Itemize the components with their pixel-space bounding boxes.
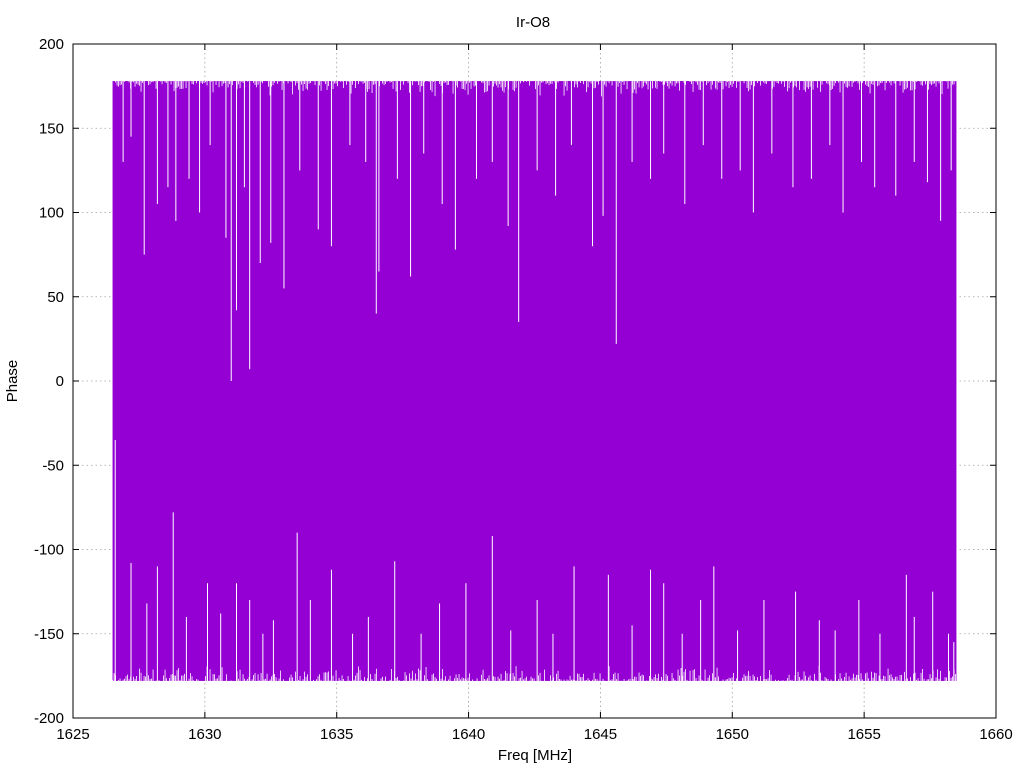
y-tick-label: -200 bbox=[34, 710, 64, 727]
phase-band bbox=[112, 81, 957, 681]
y-tick-label: -50 bbox=[42, 457, 64, 474]
y-tick-label: 150 bbox=[39, 120, 64, 137]
x-tick-label: 1660 bbox=[979, 726, 1012, 743]
x-tick-label: 1640 bbox=[452, 726, 485, 743]
x-tick-label: 1645 bbox=[584, 726, 617, 743]
x-tick-label: 1625 bbox=[56, 726, 89, 743]
x-tick-label: 1650 bbox=[716, 726, 749, 743]
y-axis-label: Phase bbox=[4, 360, 21, 403]
x-tick-label: 1630 bbox=[188, 726, 221, 743]
x-tick-label: 1655 bbox=[847, 726, 880, 743]
series-phase bbox=[112, 79, 957, 683]
y-tick-label: 50 bbox=[47, 289, 64, 306]
chart-title: Ir-O8 bbox=[516, 14, 550, 31]
x-axis-label: Freq [MHz] bbox=[498, 747, 572, 764]
phase-chart: 1625 1630 1635 1640 1645 1650 1655 1660 -200 -15… bbox=[0, 0, 1024, 768]
x-tick-label: 1635 bbox=[320, 726, 353, 743]
y-tick-label: -100 bbox=[34, 542, 64, 559]
y-tick-label: 0 bbox=[56, 373, 64, 390]
y-tick-label: 200 bbox=[39, 36, 64, 53]
y-tick-label: -150 bbox=[34, 626, 64, 643]
y-tick-label: 100 bbox=[39, 205, 64, 222]
